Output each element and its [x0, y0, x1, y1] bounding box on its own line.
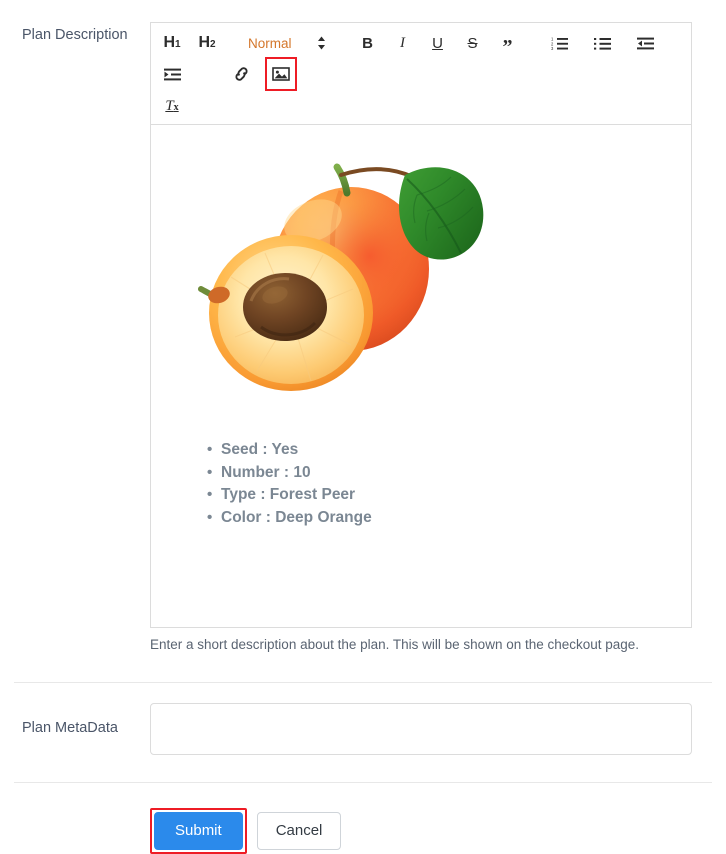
list-item: Color : Deep Orange: [207, 507, 677, 530]
underline-button[interactable]: U: [425, 30, 451, 56]
bullet-list-icon[interactable]: [590, 30, 616, 56]
header-2-button[interactable]: H2: [194, 30, 220, 56]
plan-metadata-control: [150, 703, 726, 760]
form-actions: Submit Cancel: [0, 783, 726, 854]
outdent-icon[interactable]: [633, 30, 659, 56]
plan-description-label: Plan Description: [22, 27, 128, 43]
submit-button-highlight: Submit: [150, 808, 247, 854]
plan-metadata-input[interactable]: [150, 703, 692, 755]
description-image[interactable]: [191, 149, 491, 417]
header-1-button[interactable]: H1: [159, 30, 185, 56]
plan-description-help-text: Enter a short description about the plan…: [150, 637, 640, 652]
italic-button[interactable]: I: [390, 30, 416, 56]
editor-toolbar-row-2: Tx: [159, 92, 683, 120]
header-1-sub: 1: [175, 39, 181, 50]
list-item: Seed : Yes: [207, 439, 677, 462]
blockquote-button[interactable]: ”: [495, 30, 521, 57]
description-bullet-list: Seed : Yes Number : 10 Type : Forest Pee…: [165, 439, 677, 529]
bold-button[interactable]: B: [355, 30, 381, 56]
cancel-button[interactable]: Cancel: [256, 812, 342, 850]
image-button-highlight: [265, 57, 297, 91]
plan-description-row: Plan Description H1 H2 Normal B I U S ” …: [0, 0, 726, 654]
clear-formatting-sub: x: [173, 102, 179, 113]
image-icon[interactable]: [268, 61, 294, 87]
clear-formatting-label: T: [165, 97, 174, 114]
submit-button[interactable]: Submit: [154, 812, 243, 850]
strikethrough-button[interactable]: S: [460, 30, 486, 56]
plan-description-control: H1 H2 Normal B I U S ” 1 2 3 T x • Seed …: [150, 22, 726, 654]
header-2-sub: 2: [210, 39, 216, 50]
chevron-updown-icon: [316, 35, 327, 51]
apricot-illustration: [198, 163, 484, 391]
rich-text-editor: H1 H2 Normal B I U S ” 1 2 3 T x • Seed …: [150, 22, 692, 654]
format-select-value: Normal: [248, 35, 292, 51]
plan-metadata-row: Plan MetaData: [0, 683, 726, 782]
editor-toolbar: H1 H2 Normal B I U S ” 1 2 3 T x: [150, 22, 692, 124]
format-select[interactable]: Normal: [246, 30, 329, 56]
link-icon[interactable]: [228, 61, 254, 87]
header-1-label: H: [163, 34, 175, 51]
svg-text:3: 3: [551, 46, 554, 51]
list-item: Type : Forest Peer: [207, 484, 677, 507]
list-item: Number : 10: [207, 462, 677, 485]
plan-metadata-label: Plan MetaData: [22, 720, 118, 736]
header-2-label: H: [198, 34, 210, 51]
clear-formatting-icon[interactable]: Tx: [159, 93, 185, 119]
editor-content-area[interactable]: Seed : Yes Number : 10 Type : Forest Pee…: [150, 124, 692, 628]
ordered-list-icon[interactable]: 1 2 3: [547, 30, 573, 56]
indent-icon[interactable]: [159, 61, 185, 87]
